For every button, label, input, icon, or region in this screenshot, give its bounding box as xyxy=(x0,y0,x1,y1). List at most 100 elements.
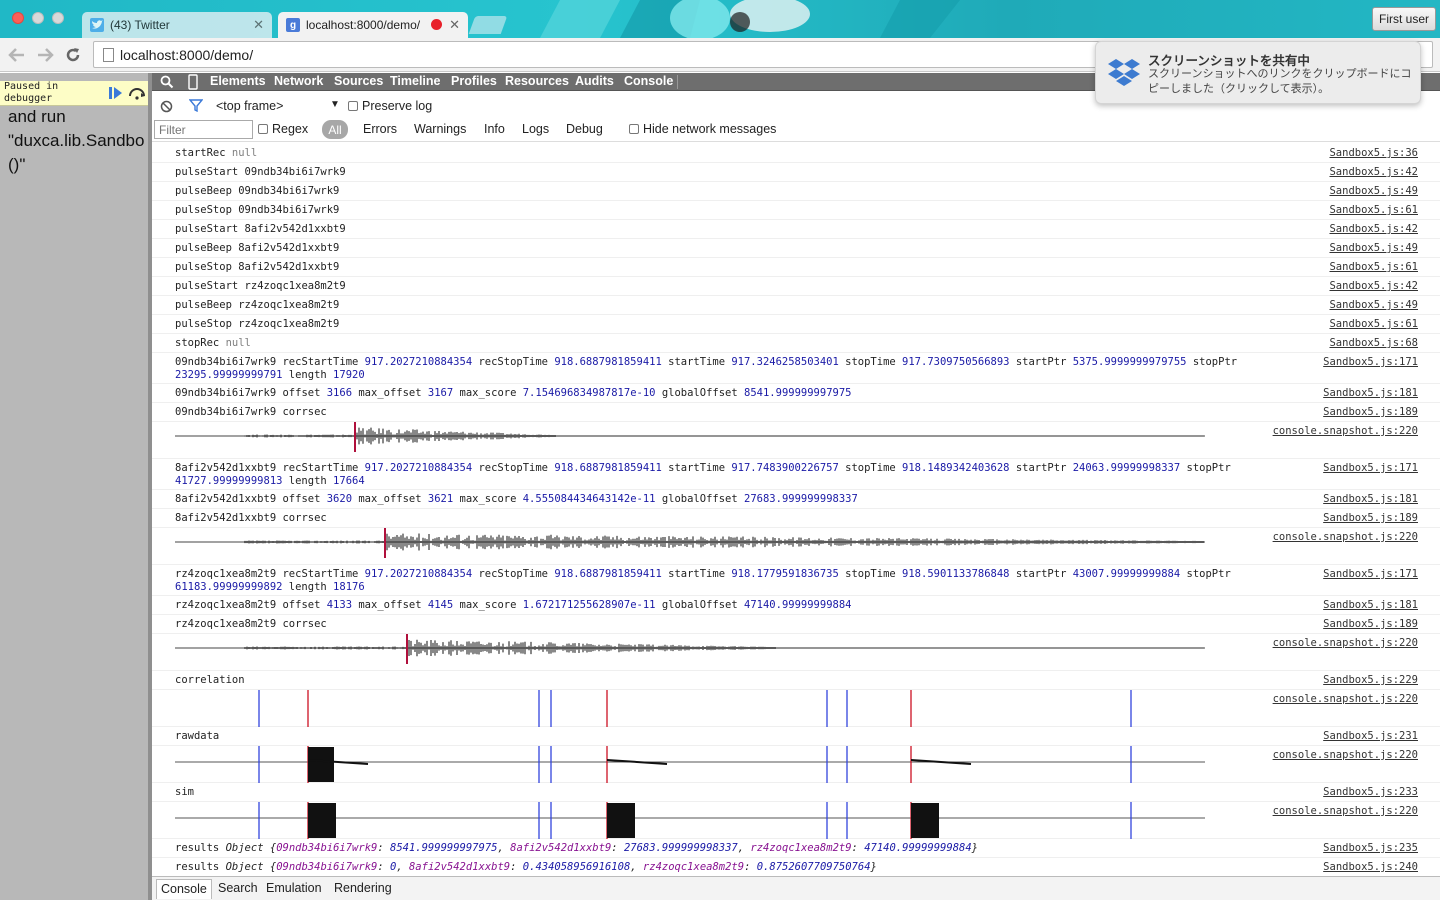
source-link[interactable]: Sandbox5.js:42 xyxy=(1329,223,1418,236)
tab-twitter[interactable]: (43) Twitter ✕ xyxy=(82,12,272,38)
regex-checkbox[interactable]: Regex xyxy=(258,122,308,136)
devtools-panel: Elements Network Sources Timeline Profil… xyxy=(152,73,1440,900)
console-output: startRec null Sandbox5.js:36 pulseStart … xyxy=(152,142,1440,876)
source-link[interactable]: console.snapshot.js:220 xyxy=(1273,425,1418,438)
object-value: 8541.999999997975 xyxy=(390,842,498,854)
console-message-object[interactable]: results Object {09ndb34bi6i7wrk9: 0, 8af… xyxy=(152,858,1440,876)
level-logs-button[interactable]: Logs xyxy=(522,122,549,136)
tab-timeline[interactable]: Timeline xyxy=(390,74,440,88)
dropdown-arrow-icon[interactable]: ▼ xyxy=(330,99,340,110)
tab-network[interactable]: Network xyxy=(274,74,323,88)
new-tab-button[interactable] xyxy=(468,16,508,34)
stop-time: 917.7309750566893 xyxy=(902,356,1010,368)
tab-sources[interactable]: Sources xyxy=(334,74,383,88)
source-link[interactable]: Sandbox5.js:231 xyxy=(1323,730,1418,743)
checkbox-box[interactable] xyxy=(258,124,268,134)
window-zoom-button[interactable] xyxy=(52,12,64,24)
recording-indicator-icon xyxy=(431,19,442,30)
tab-profiles[interactable]: Profiles xyxy=(451,74,497,88)
source-link[interactable]: Sandbox5.js:181 xyxy=(1323,599,1418,612)
console-message-corrsec: rz4zoqc1xea8m2t9 corrsec Sandbox5.js:189 xyxy=(152,615,1440,634)
drawer-tab-console[interactable]: Console xyxy=(156,879,212,899)
source-link[interactable]: Sandbox5.js:36 xyxy=(1329,147,1418,160)
object-type: Object xyxy=(225,842,264,854)
source-link[interactable]: console.snapshot.js:220 xyxy=(1273,749,1418,762)
resume-icon[interactable] xyxy=(108,86,124,100)
filter-funnel-icon[interactable] xyxy=(189,99,203,112)
forward-arrow-icon[interactable] xyxy=(34,44,56,66)
paused-label: Paused in debugger xyxy=(4,81,59,104)
source-link[interactable]: Sandbox5.js:189 xyxy=(1323,618,1418,631)
correlation-track xyxy=(258,690,1132,727)
level-debug-button[interactable]: Debug xyxy=(566,122,603,136)
source-link[interactable]: Sandbox5.js:49 xyxy=(1329,299,1418,312)
tab-localhost[interactable]: g localhost:8000/demo/ ✕ xyxy=(278,12,468,38)
global-offset-value: 27683.999999998337 xyxy=(744,493,858,505)
source-link[interactable]: Sandbox5.js:189 xyxy=(1323,512,1418,525)
source-link[interactable]: console.snapshot.js:220 xyxy=(1273,637,1418,650)
close-icon[interactable]: ✕ xyxy=(449,17,460,33)
source-link[interactable]: Sandbox5.js:68 xyxy=(1329,337,1418,350)
checkbox-box[interactable] xyxy=(629,124,639,134)
tab-resources[interactable]: Resources xyxy=(505,74,569,88)
stop-ptr: 41727.99999999813 xyxy=(175,475,283,487)
screenshot-share-notification[interactable]: スクリーンショットを共有中 スクリーンショットへのリンクをクリップボードにコピー… xyxy=(1095,41,1421,104)
source-link[interactable]: Sandbox5.js:171 xyxy=(1323,462,1418,475)
source-link[interactable]: Sandbox5.js:181 xyxy=(1323,493,1418,506)
source-link[interactable]: Sandbox5.js:240 xyxy=(1323,861,1418,874)
frame-select[interactable]: <top frame> xyxy=(216,99,283,113)
recording-id: 09ndb34bi6i7wrk9 xyxy=(175,406,277,418)
device-mode-icon[interactable] xyxy=(188,74,198,90)
console-message-recording: 8afi2v542d1xxbt9 recStartTime 917.202721… xyxy=(152,459,1440,490)
message-value: 09ndb34bi6i7wrk9 xyxy=(238,204,340,216)
drawer-tab-emulation[interactable]: Emulation xyxy=(266,881,322,895)
step-over-icon[interactable] xyxy=(128,86,146,100)
filter-input[interactable] xyxy=(154,120,253,139)
source-link[interactable]: Sandbox5.js:171 xyxy=(1323,568,1418,581)
preserve-log-checkbox[interactable]: Preserve log xyxy=(348,99,432,113)
source-link[interactable]: Sandbox5.js:229 xyxy=(1323,674,1418,687)
source-link[interactable]: Sandbox5.js:189 xyxy=(1323,406,1418,419)
checkbox-box[interactable] xyxy=(348,101,358,111)
level-all-button[interactable]: All xyxy=(322,120,348,139)
source-link[interactable]: Sandbox5.js:61 xyxy=(1329,261,1418,274)
source-link[interactable]: Sandbox5.js:49 xyxy=(1329,185,1418,198)
tab-audits[interactable]: Audits xyxy=(575,74,614,88)
console-message: pulseStop rz4zoqc1xea8m2t9 Sandbox5.js:6… xyxy=(152,315,1440,334)
profile-button[interactable]: First user xyxy=(1372,7,1437,31)
level-errors-button[interactable]: Errors xyxy=(363,122,397,136)
source-link[interactable]: Sandbox5.js:235 xyxy=(1323,842,1418,855)
object-value: 0 xyxy=(390,861,397,873)
back-arrow-icon[interactable] xyxy=(6,44,28,66)
tab-elements[interactable]: Elements xyxy=(210,74,266,88)
source-link[interactable]: console.snapshot.js:220 xyxy=(1273,531,1418,544)
message-label: results xyxy=(175,842,220,854)
preserve-log-label: Preserve log xyxy=(362,99,433,113)
search-icon[interactable] xyxy=(160,75,174,89)
source-link[interactable]: Sandbox5.js:233 xyxy=(1323,786,1418,799)
source-link[interactable]: Sandbox5.js:61 xyxy=(1329,204,1418,217)
level-warnings-button[interactable]: Warnings xyxy=(414,122,466,136)
clear-console-icon[interactable] xyxy=(160,100,173,113)
message-value: null xyxy=(225,337,251,349)
window-close-button[interactable] xyxy=(12,12,24,24)
source-link[interactable]: Sandbox5.js:42 xyxy=(1329,280,1418,293)
sim-track xyxy=(175,802,1205,839)
reload-icon[interactable] xyxy=(62,44,84,66)
source-link[interactable]: console.snapshot.js:220 xyxy=(1273,805,1418,818)
window-minimize-button[interactable] xyxy=(32,12,44,24)
source-link[interactable]: Sandbox5.js:42 xyxy=(1329,166,1418,179)
hide-network-checkbox[interactable]: Hide network messages xyxy=(629,122,776,136)
source-link[interactable]: Sandbox5.js:181 xyxy=(1323,387,1418,400)
source-link[interactable]: console.snapshot.js:220 xyxy=(1273,693,1418,706)
level-info-button[interactable]: Info xyxy=(484,122,505,136)
source-link[interactable]: Sandbox5.js:49 xyxy=(1329,242,1418,255)
drawer-tab-rendering[interactable]: Rendering xyxy=(334,881,392,895)
close-icon[interactable]: ✕ xyxy=(253,17,264,33)
source-link[interactable]: Sandbox5.js:61 xyxy=(1329,318,1418,331)
source-link[interactable]: Sandbox5.js:171 xyxy=(1323,356,1418,369)
console-message-object[interactable]: results Object {09ndb34bi6i7wrk9: 8541.9… xyxy=(152,839,1440,858)
console-message: pulseBeep 09ndb34bi6i7wrk9 Sandbox5.js:4… xyxy=(152,182,1440,201)
console-message: sim Sandbox5.js:233 xyxy=(152,783,1440,802)
drawer-tab-search[interactable]: Search xyxy=(218,881,258,895)
